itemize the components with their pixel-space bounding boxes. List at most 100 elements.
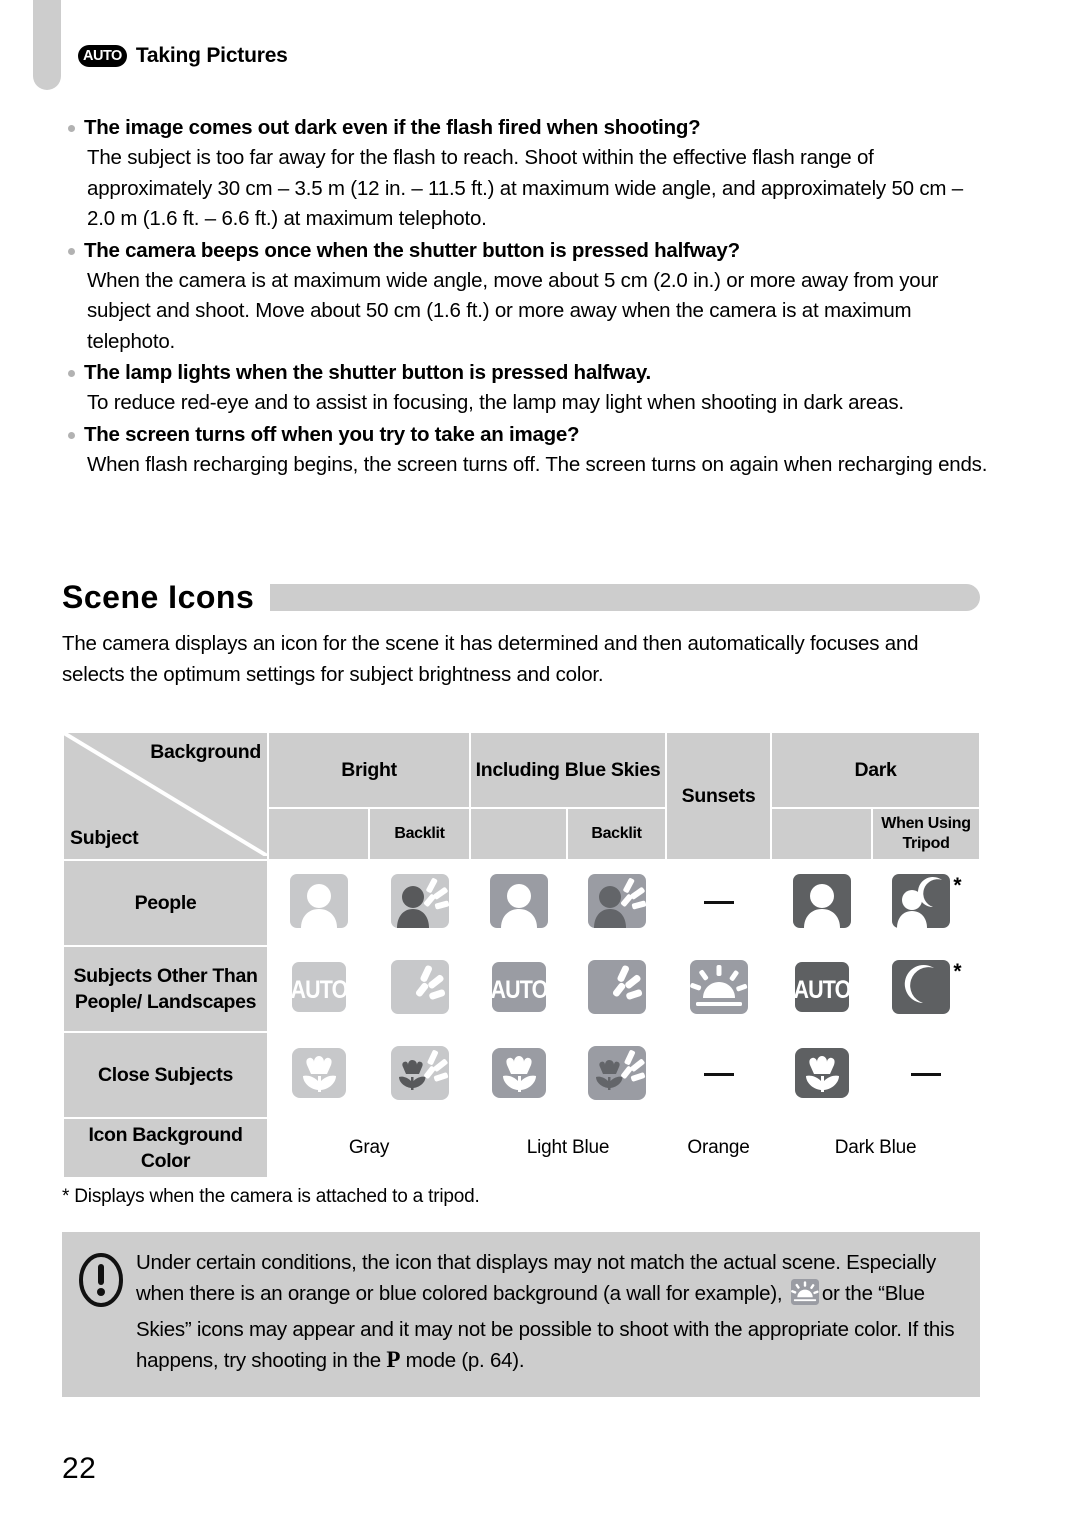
auto-icon: AUTO bbox=[791, 958, 853, 1016]
auto-mode-icon: AUTO bbox=[78, 45, 127, 67]
running-head: AUTO Taking Pictures bbox=[78, 44, 288, 68]
faq-answer: When flash recharging begins, the screen… bbox=[87, 452, 988, 476]
cell-close-blueskies bbox=[469, 1031, 569, 1119]
bullet-icon bbox=[68, 370, 75, 377]
faq-question: The camera beeps once when the shutter b… bbox=[62, 235, 992, 266]
not-available-dash bbox=[911, 1073, 942, 1077]
cell-people-bright bbox=[267, 859, 370, 947]
bullet-icon bbox=[68, 125, 75, 132]
section-intro-text: The camera displays an icon for the scen… bbox=[62, 632, 919, 686]
faq-answer: When the camera is at maximum wide angle… bbox=[87, 268, 939, 353]
cell-close-dark bbox=[770, 1031, 874, 1119]
table-corner-cell: Background Subject bbox=[62, 731, 269, 861]
caution-box: Under certain conditions, the icon that … bbox=[62, 1232, 980, 1397]
cell-close-blueskies-backlit bbox=[566, 1031, 668, 1119]
sunset-icon bbox=[688, 958, 750, 1016]
cell-other-sunsets bbox=[665, 945, 773, 1033]
page-number: 22 bbox=[62, 1452, 97, 1485]
color-value-light-blue: Light Blue bbox=[469, 1117, 668, 1179]
flower-icon bbox=[791, 1044, 853, 1102]
cell-other-blueskies-backlit bbox=[566, 945, 668, 1033]
table-row: Close Subjects bbox=[62, 1031, 982, 1119]
faq-answer: The subject is too far away for the flas… bbox=[87, 146, 964, 230]
cell-other-blueskies: AUTO bbox=[469, 945, 569, 1033]
faq-question-text: The camera beeps once when the shutter b… bbox=[84, 238, 740, 262]
cell-close-bright-backlit bbox=[367, 1031, 472, 1119]
person-backlit-icon bbox=[389, 872, 451, 930]
cell-people-blueskies bbox=[469, 859, 569, 947]
cell-other-dark: AUTO bbox=[770, 945, 874, 1033]
corner-subject-label: Subject bbox=[70, 827, 139, 849]
tripod-footnote-star: * bbox=[953, 873, 962, 897]
page-edge-tab-marker bbox=[33, 0, 61, 90]
auto-icon: AUTO bbox=[288, 958, 350, 1016]
cell-people-bright-backlit bbox=[367, 859, 472, 947]
person-icon bbox=[791, 872, 853, 930]
cell-other-bright: AUTO bbox=[267, 945, 370, 1033]
table-row: Subjects Other Than People/ Landscapes A… bbox=[62, 945, 982, 1033]
row-label-subjects-other: Subjects Other Than People/ Landscapes bbox=[62, 945, 269, 1033]
cell-close-dark-tripod-empty bbox=[871, 1031, 982, 1119]
cell-other-dark-tripod: * bbox=[871, 945, 982, 1033]
faq-item: The lamp lights when the shutter button … bbox=[62, 357, 992, 419]
row-label-close-subjects: Close Subjects bbox=[62, 1031, 269, 1119]
cell-people-dark bbox=[770, 859, 874, 947]
cell-other-bright-backlit bbox=[367, 945, 472, 1033]
person-icon bbox=[488, 872, 550, 930]
col-group-blue-skies: Including Blue Skies bbox=[469, 731, 668, 809]
running-head-title: Taking Pictures bbox=[135, 44, 288, 67]
faq-question: The lamp lights when the shutter button … bbox=[62, 357, 992, 388]
table-row-color: Icon Background Color Gray Light Blue Or… bbox=[62, 1117, 982, 1179]
table-footnote: * Displays when the camera is attached t… bbox=[62, 1186, 480, 1207]
cell-close-sunsets-empty bbox=[665, 1031, 773, 1119]
section-heading: Scene Icons bbox=[62, 576, 980, 618]
caution-text-part3: mode (p. 64). bbox=[405, 1349, 525, 1372]
person-icon bbox=[288, 872, 350, 930]
bullet-icon bbox=[68, 247, 75, 255]
faq-item: The camera beeps once when the shutter b… bbox=[62, 235, 992, 358]
col-group-bright: Bright bbox=[266, 731, 472, 809]
section-title: Scene Icons bbox=[62, 578, 255, 615]
col-sub-dark-tripod: When Using Tripod bbox=[871, 807, 982, 861]
color-value-orange: Orange bbox=[665, 1117, 773, 1179]
flower-backlit-icon bbox=[586, 1044, 648, 1102]
caution-exclamation-icon bbox=[78, 1248, 136, 1376]
cell-people-dark-tripod: * bbox=[871, 859, 982, 947]
row-label-people: People bbox=[62, 859, 269, 947]
col-sub-blueskies-backlit: Backlit bbox=[566, 807, 668, 861]
cell-people-blueskies-backlit bbox=[566, 859, 668, 947]
not-available-dash bbox=[703, 901, 734, 905]
caution-text: Under certain conditions, the icon that … bbox=[136, 1248, 966, 1376]
svg-text:AUTO: AUTO bbox=[490, 975, 548, 1003]
faq-question: The screen turns off when you try to tak… bbox=[62, 419, 992, 450]
col-group-dark: Dark bbox=[770, 731, 982, 809]
color-value-dark-blue: Dark Blue bbox=[770, 1117, 982, 1179]
svg-text:AUTO: AUTO bbox=[793, 975, 851, 1003]
flower-backlit-icon bbox=[389, 1044, 451, 1102]
faq-list: The image comes out dark even if the fla… bbox=[62, 112, 992, 480]
corner-background-label: Background bbox=[150, 741, 261, 763]
auto-icon: AUTO bbox=[488, 958, 550, 1016]
not-available-dash bbox=[703, 1073, 734, 1077]
col-sub-bright-plain bbox=[267, 807, 370, 861]
moon-icon bbox=[890, 958, 952, 1016]
col-group-sunsets: Sunsets bbox=[665, 731, 773, 861]
col-sub-blueskies-plain bbox=[469, 807, 569, 861]
manual-page: AUTO Taking Pictures The image comes out… bbox=[0, 0, 1080, 1521]
faq-question-text: The screen turns off when you try to tak… bbox=[84, 422, 580, 446]
cell-people-sunsets-empty bbox=[665, 859, 773, 947]
table-header-row-groups: Background Subject Bright Including Blue… bbox=[62, 731, 982, 861]
person-moon-icon bbox=[890, 872, 952, 930]
backlit-icon bbox=[389, 958, 451, 1016]
scene-icons-table: Background Subject Bright Including Blue… bbox=[62, 731, 982, 1179]
col-sub-bright-backlit: Backlit bbox=[367, 807, 472, 861]
col-sub-dark-plain bbox=[770, 807, 874, 861]
table-row: People * bbox=[62, 859, 982, 947]
svg-text:AUTO: AUTO bbox=[290, 975, 348, 1003]
p-mode-icon: P bbox=[386, 1347, 401, 1372]
faq-question: The image comes out dark even if the fla… bbox=[62, 112, 992, 143]
sunset-icon bbox=[790, 1278, 820, 1315]
backlit-icon bbox=[586, 958, 648, 1016]
faq-question-text: The lamp lights when the shutter button … bbox=[84, 361, 651, 384]
bullet-icon bbox=[68, 431, 75, 439]
